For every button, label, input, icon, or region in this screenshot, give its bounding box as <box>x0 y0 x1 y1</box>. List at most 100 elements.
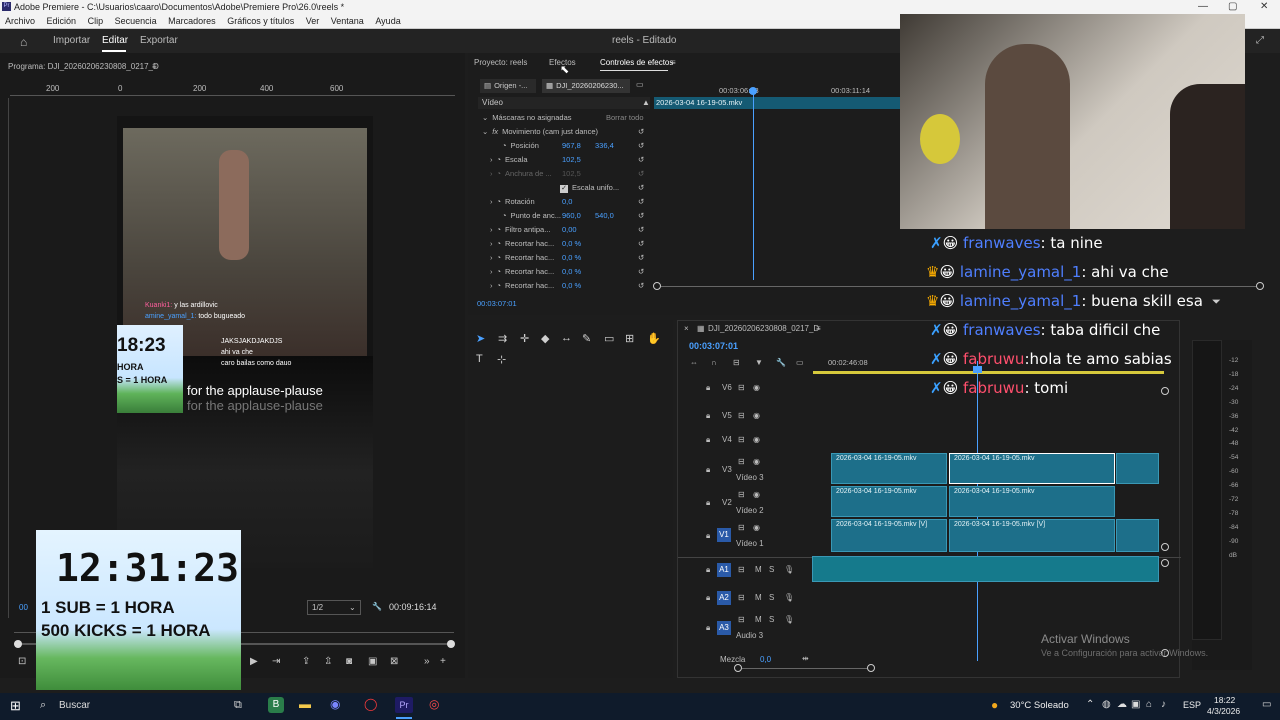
ec-value[interactable]: 336,4 <box>595 139 614 153</box>
reset-icon[interactable]: ↺ <box>638 139 644 153</box>
track-v6[interactable]: 🔒︎ V6 ⊟ ◉ <box>706 381 816 411</box>
ec-row-rotation[interactable]: › ◔ Rotación 0,0 ↺ <box>482 195 652 209</box>
ec-value[interactable]: 0,0 % <box>562 251 581 265</box>
ec-row-crop[interactable]: › ◔ Recortar hac... 0,0 % ↺ <box>482 265 652 279</box>
caption-tool-icon[interactable]: ⊹ <box>497 353 506 366</box>
eye-icon[interactable]: ◉ <box>753 523 760 532</box>
tray-app-icon[interactable]: ◍ <box>1102 699 1111 710</box>
ec-value[interactable]: 0,00 <box>562 223 577 237</box>
pen-icon[interactable]: ✎ <box>582 332 591 345</box>
discord-icon[interactable]: ◉ <box>330 697 340 711</box>
ec-playhead-handle[interactable] <box>749 87 757 95</box>
stopwatch-icon[interactable]: ◔ <box>497 197 502 206</box>
eye-icon[interactable]: ◉ <box>753 383 760 392</box>
clip-v3-c[interactable] <box>1116 453 1159 484</box>
track-output-icon[interactable]: ⊟ <box>738 411 745 420</box>
ec-row-crop[interactable]: › ◔ Recortar hac... 0,0 % ↺ <box>482 279 652 293</box>
solo-icon[interactable]: S <box>769 593 774 602</box>
zoom-handle-right[interactable] <box>447 640 455 648</box>
ec-value[interactable]: 540,0 <box>595 209 614 223</box>
ec-row-scale[interactable]: › ◔ Escala 102,5 ↺ <box>482 153 652 167</box>
lock-icon[interactable]: 🔒︎ <box>706 465 710 475</box>
menu-archivo[interactable]: Archivo <box>5 16 35 26</box>
reset-icon[interactable]: ↺ <box>638 153 644 167</box>
ec-value[interactable]: 960,0 <box>562 209 581 223</box>
track-output-icon[interactable]: ⊟ <box>738 383 745 392</box>
track-select-icon[interactable]: ⇉ <box>498 332 507 345</box>
clock-date[interactable]: 4/3/2026 <box>1207 706 1240 716</box>
play-icon[interactable]: ▶ <box>250 656 258 667</box>
reset-icon[interactable]: ↺ <box>638 279 644 293</box>
ec-timecode[interactable]: 00:03:07:01 <box>477 299 517 308</box>
stopwatch-icon[interactable]: ◔ <box>502 141 507 150</box>
wrench-icon[interactable]: 🔧 <box>372 602 382 611</box>
source-origin-dropdown[interactable]: ▤ Origen -... <box>480 79 536 93</box>
menu-marcadores[interactable]: Marcadores <box>168 16 216 26</box>
weather-text[interactable]: 30°C Soleado <box>1010 700 1069 711</box>
ec-playhead[interactable] <box>753 88 754 280</box>
track-id[interactable]: V1 <box>717 528 731 542</box>
tl-vscroll-handle[interactable] <box>1161 543 1169 551</box>
hand-icon[interactable]: ✋ <box>647 332 661 345</box>
captions-icon[interactable]: ▭ <box>796 358 804 367</box>
tab-effect-controls[interactable]: Controles de efectos <box>600 58 673 67</box>
clear-all-button[interactable]: Borrar todo <box>606 111 644 125</box>
ec-row-masks[interactable]: ⌄ Máscaras no asignadas Borrar todo <box>482 111 652 125</box>
add-icon[interactable]: + <box>440 656 446 667</box>
reset-icon[interactable]: ↺ <box>638 251 644 265</box>
tl-zoom-bar[interactable] <box>742 668 867 669</box>
step-forward-icon[interactable]: ⇥ <box>272 656 280 667</box>
clip-v2-b[interactable]: 2026-03-04 16-19-05.mkv <box>949 486 1115 517</box>
reset-icon[interactable]: ↺ <box>638 237 644 251</box>
linked-icon[interactable]: ⊟ <box>733 358 740 367</box>
ec-clip-bar[interactable]: 2026-03-04 16-19-05.mkv <box>654 97 900 109</box>
solo-icon[interactable]: S <box>769 565 774 574</box>
slip-icon[interactable]: ↔ <box>561 332 572 344</box>
tray-app-icon[interactable]: ▣ <box>1131 699 1140 710</box>
close-icon[interactable]: ✕ <box>1260 0 1268 14</box>
onedrive-icon[interactable]: ☁ <box>1117 699 1127 710</box>
track-output-icon[interactable]: ⊟ <box>738 565 745 574</box>
mute-icon[interactable]: M <box>755 593 762 602</box>
ec-row-uniform-scale[interactable]: ✓ Escala unifo... ↺ <box>482 181 652 195</box>
minimize-icon[interactable]: — <box>1198 0 1208 14</box>
snap-icon[interactable]: ⇔ <box>690 358 698 367</box>
track-v3[interactable]: 🔒︎ V3 ⊟ ◉ Vídeo 3 <box>706 455 816 485</box>
clip-v3-b-selected[interactable]: 2026-03-04 16-19-05.mkv <box>949 453 1115 484</box>
mic-icon[interactable]: 🎙︎ <box>784 615 794 624</box>
tab-project[interactable]: Proyecto: reels <box>474 58 527 67</box>
reset-icon[interactable]: ↺ <box>638 265 644 279</box>
eye-icon[interactable]: ◉ <box>753 411 760 420</box>
ec-zoom-bar[interactable] <box>661 286 1256 287</box>
panel-menu-icon[interactable]: ≡ <box>671 58 676 67</box>
lock-icon[interactable]: 🔒︎ <box>706 593 710 603</box>
stopwatch-icon[interactable]: ◔ <box>497 281 502 290</box>
magnet-icon[interactable]: ∩ <box>711 358 717 367</box>
lock-icon[interactable]: 🔒︎ <box>706 531 710 541</box>
clock-time[interactable]: 18:22 <box>1214 695 1235 705</box>
stopwatch-icon[interactable]: ◔ <box>502 211 507 220</box>
track-output-icon[interactable]: ⊟ <box>738 435 745 444</box>
type-tool-icon[interactable]: T <box>476 353 483 365</box>
mix-value[interactable]: 0,0 <box>760 655 771 664</box>
eye-icon[interactable]: ◉ <box>753 490 760 499</box>
track-a3[interactable]: 🔒︎ A3 ⊟ M S 🎙︎ Audio 3 <box>706 615 816 645</box>
vr-icon[interactable]: ⊠ <box>390 656 398 667</box>
stopwatch-icon[interactable]: ◔ <box>497 267 502 276</box>
track-id[interactable]: A2 <box>717 591 731 605</box>
sequence-tab[interactable]: DJI_20260206230808_0217_D <box>708 324 819 333</box>
eye-icon[interactable]: ◉ <box>753 435 760 444</box>
menu-ventana[interactable]: Ventana <box>331 16 364 26</box>
mic-icon[interactable]: 🎙︎ <box>784 593 794 602</box>
panel-menu-icon[interactable]: ≡ <box>816 324 821 333</box>
resolution-select[interactable]: 1/2 ⌄ <box>307 600 361 615</box>
stopwatch-icon[interactable]: ◔ <box>497 239 502 248</box>
track-output-icon[interactable]: ⊟ <box>738 523 745 532</box>
selection-tool-icon[interactable]: ➤ <box>476 332 485 345</box>
collapse-icon[interactable]: ▲ <box>642 97 650 109</box>
mic-icon[interactable]: 🎙︎ <box>784 565 794 574</box>
lock-icon[interactable]: 🔒︎ <box>706 435 710 445</box>
taskbar-search[interactable]: ⌕ Buscar <box>34 696 224 717</box>
compare-icon[interactable]: ▣ <box>368 656 377 667</box>
ec-value[interactable]: 0,0 % <box>562 237 581 251</box>
